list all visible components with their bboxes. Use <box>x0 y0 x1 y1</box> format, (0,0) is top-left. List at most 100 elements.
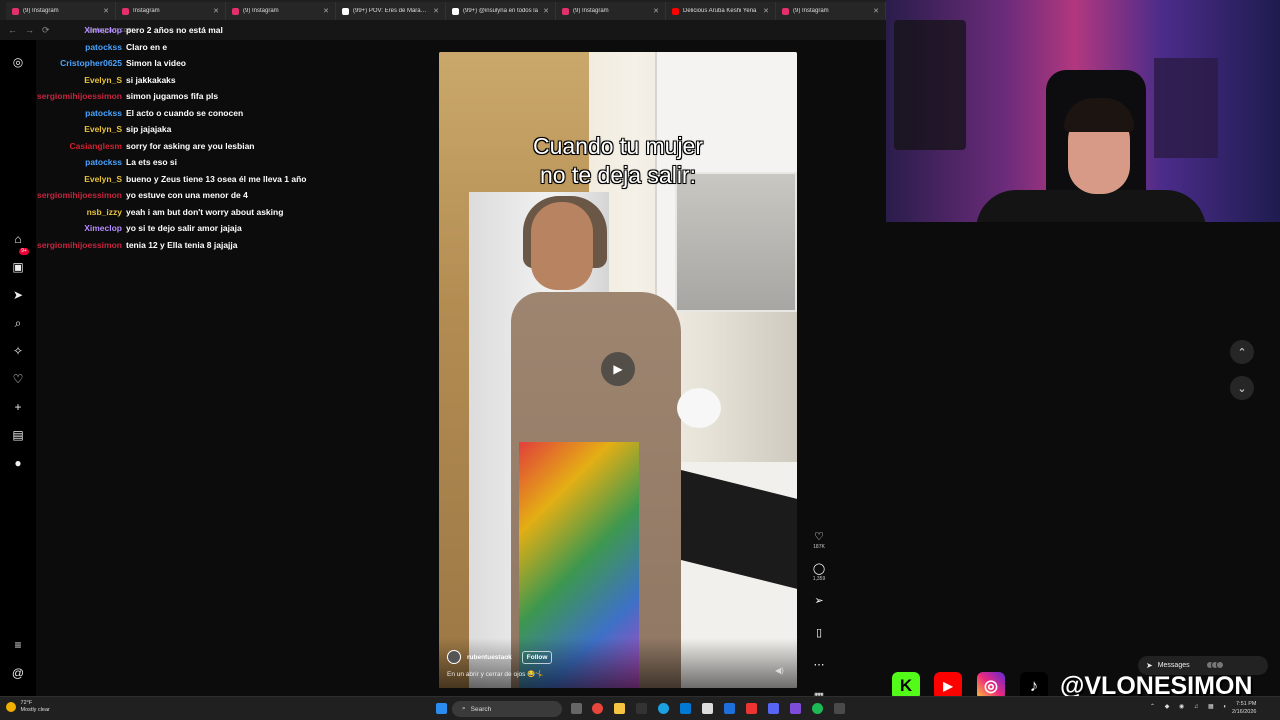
browser-tab[interactable]: (9) Instagram ✕ <box>6 2 116 20</box>
chat-username[interactable]: Evelyn_S <box>36 174 126 184</box>
app-red-icon[interactable] <box>746 703 757 714</box>
taskbar-search[interactable]: ⌕ Search <box>452 701 562 717</box>
store-icon[interactable] <box>702 703 713 714</box>
chat-username[interactable]: Casianglesm <box>36 141 126 151</box>
chat-username[interactable]: Evelyn_S <box>36 75 126 85</box>
search-icon[interactable]: ⌕ <box>11 316 25 330</box>
tab-label: Instagram <box>133 8 160 14</box>
threads-icon[interactable]: @ <box>11 666 25 680</box>
clock[interactable]: 7:51 PM 2/16/2026 <box>1232 700 1256 716</box>
comment-button[interactable]: ◯ 1,359 <box>809 562 829 594</box>
like-button[interactable]: ♡ 187K <box>809 530 829 562</box>
close-icon[interactable]: ✕ <box>323 7 329 15</box>
chat-username[interactable]: sergiomihijoessimon <box>36 190 126 200</box>
browser-tab[interactable]: (9) Instagram ✕ <box>226 2 336 20</box>
messages-badge: 9+ <box>19 248 29 255</box>
system-tray[interactable]: ⌃ ◆ ◉ ♫ ▦ ◐ <box>1150 703 1231 710</box>
follow-button[interactable]: Follow <box>521 650 553 664</box>
weather-icon <box>6 702 16 712</box>
close-icon[interactable]: ✕ <box>763 7 769 15</box>
mute-icon[interactable]: ◀) <box>775 666 784 675</box>
share-button[interactable]: ➢ <box>809 594 829 626</box>
dashboard-icon[interactable]: ▤ <box>11 428 25 442</box>
tab-label: (9) Instagram <box>243 8 279 14</box>
edge-icon[interactable] <box>658 703 669 714</box>
instagram-icon[interactable]: ◎ <box>11 55 25 69</box>
browser-tab[interactable]: Delicious Aruba Keshi Yena ✕ <box>666 2 776 20</box>
messages-icon[interactable]: ➤ <box>11 288 25 302</box>
close-icon[interactable]: ✕ <box>653 7 659 15</box>
terminal-icon[interactable] <box>636 703 647 714</box>
close-icon[interactable]: ✕ <box>103 7 109 15</box>
chat-username[interactable]: Ximeclop <box>36 25 126 35</box>
reel-video[interactable]: Cuando tu mujer no te deja salir: ▶ rube… <box>439 52 797 688</box>
webcam-hat-shelf <box>894 20 966 150</box>
previous-reel-button[interactable]: ⌃ <box>1230 340 1254 364</box>
menu-icon[interactable]: ≡ <box>11 638 25 652</box>
obs-icon[interactable] <box>790 703 801 714</box>
spotify-icon[interactable] <box>812 703 823 714</box>
chat-username[interactable]: sergiomihijoessimon <box>36 240 126 250</box>
weather-desc: Mostly clear <box>20 707 50 713</box>
browser-tab[interactable]: (99+) POV: Eres de Maracay ✕ <box>336 2 446 20</box>
author-name[interactable]: rubentuestaok <box>467 654 512 661</box>
explore-icon[interactable]: ✧ <box>11 344 25 358</box>
browser-tab[interactable]: Instagram ✕ <box>116 2 226 20</box>
heart-icon: ♡ <box>814 531 824 543</box>
app-icon[interactable] <box>724 703 735 714</box>
chat-text: Claro en e <box>126 41 168 52</box>
profile-icon[interactable]: ● <box>11 456 25 470</box>
chat-username[interactable]: nsb_izzy <box>36 207 126 217</box>
instagram-left-nav: ◎ ⌂ ▣ ➤ ⌕ ✧ ♡ + ▤ ● ≡ @ <box>0 40 36 696</box>
chat-username[interactable]: Cristopher0625 <box>36 58 126 68</box>
video-scene-glass-cabinet <box>675 172 797 312</box>
save-button[interactable]: ▯ <box>809 626 829 658</box>
browser-tab[interactable]: (9) Instagram ✕ <box>776 2 886 20</box>
like-count: 187K <box>813 544 825 550</box>
create-icon[interactable]: + <box>11 400 25 414</box>
discord-icon[interactable] <box>768 703 779 714</box>
app-gray-icon[interactable] <box>834 703 845 714</box>
reels-icon[interactable]: ▣ <box>11 260 25 274</box>
messages-avatars <box>1205 660 1224 671</box>
close-icon[interactable]: ✕ <box>213 7 219 15</box>
home-icon[interactable]: ⌂ <box>11 232 25 246</box>
messages-icon: ➤ <box>1146 661 1153 670</box>
chat-username[interactable]: Evelyn_S <box>36 124 126 134</box>
chat-username[interactable]: patockss <box>36 157 126 167</box>
tab-favicon-icon <box>12 7 19 15</box>
tab-favicon-icon <box>782 7 789 15</box>
browser-tab[interactable]: (9) Instagram ✕ <box>556 2 666 20</box>
back-icon[interactable]: ← <box>8 25 17 35</box>
chat-username[interactable]: patockss <box>36 42 126 52</box>
browser-tab[interactable]: (99+) @insulyna en todos la ✕ <box>446 2 556 20</box>
chat-text: pero 2 años no está mal <box>126 25 223 36</box>
file-explorer-icon[interactable] <box>614 703 625 714</box>
task-view-icon[interactable] <box>571 703 582 714</box>
close-icon[interactable]: ✕ <box>543 7 549 15</box>
chat-username[interactable]: Ximeclop <box>36 223 126 233</box>
more-button[interactable]: ⋯ <box>809 658 829 690</box>
chat-text: sorry for asking are you lesbian <box>126 140 255 151</box>
chat-message: patockss El acto o cuando se conocen <box>36 105 436 122</box>
notifications-icon[interactable]: ♡ <box>11 372 25 386</box>
bookmark-icon: ▯ <box>815 627 823 639</box>
play-button[interactable]: ▶ <box>601 352 635 386</box>
chat-text: si jakkakaks <box>126 74 176 85</box>
outlook-icon[interactable] <box>680 703 691 714</box>
tab-label: (99+) POV: Eres de Maracay <box>353 8 430 14</box>
next-reel-button[interactable]: ⌄ <box>1230 376 1254 400</box>
close-icon[interactable]: ✕ <box>873 7 879 15</box>
chat-message: Ximeclop yo si te dejo salir amor jajaja <box>36 220 436 237</box>
close-icon[interactable]: ✕ <box>433 7 439 15</box>
chat-username[interactable]: sergiomihijoessimon <box>36 91 126 101</box>
weather-temp: 72°F <box>20 700 33 706</box>
weather-widget[interactable]: 72°F Mostly clear <box>6 700 50 714</box>
start-icon[interactable] <box>436 703 447 714</box>
chrome-icon[interactable] <box>592 703 603 714</box>
comment-count: 1,359 <box>812 576 826 582</box>
forward-icon[interactable]: → <box>25 25 34 35</box>
chat-username[interactable]: patockss <box>36 108 126 118</box>
author-avatar[interactable] <box>447 650 461 664</box>
send-icon: ➢ <box>814 595 824 607</box>
